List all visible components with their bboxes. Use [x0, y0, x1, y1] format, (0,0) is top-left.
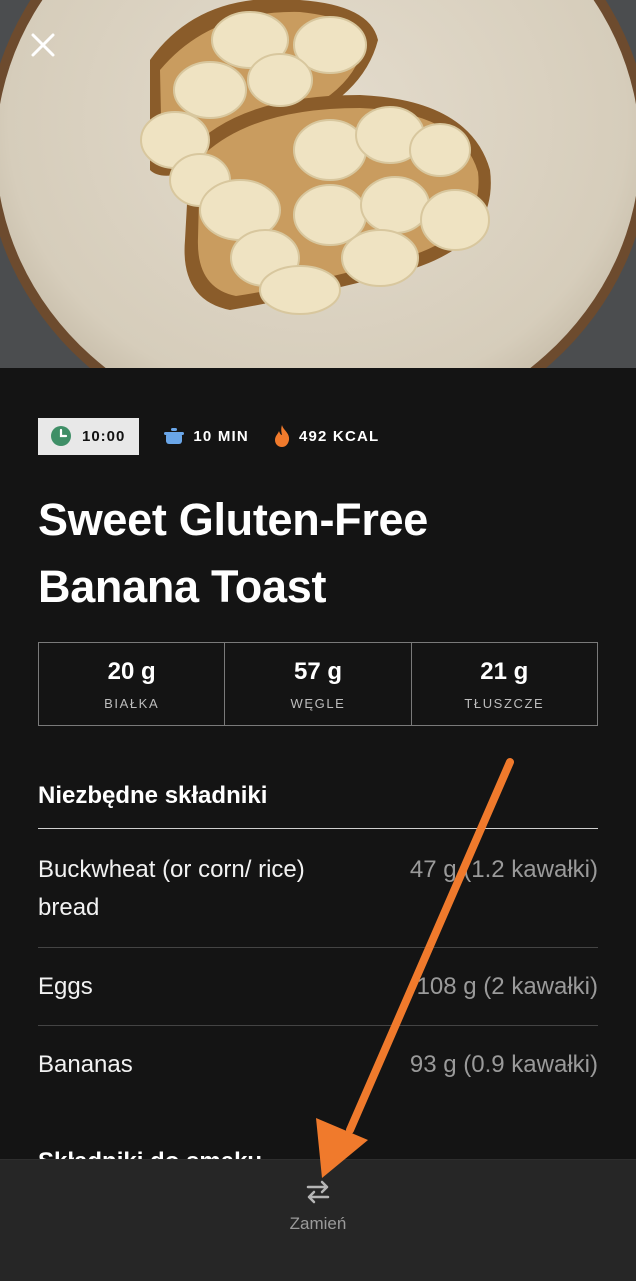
swap-label: Zamień	[289, 1214, 347, 1233]
prep-duration: 10 MIN	[163, 426, 249, 446]
macro-label: WĘGLE	[290, 695, 346, 711]
bottom-bar: Zamień	[0, 1159, 636, 1281]
meal-time-chip[interactable]: 10:00	[38, 417, 140, 455]
macro-label: TŁUSZCZE	[464, 695, 545, 711]
macro-label: BIAŁKA	[104, 695, 160, 711]
ingredients-list: Buckwheat (or corn/ rice) bread 47 g (1.…	[38, 828, 598, 1106]
flame-icon	[274, 425, 290, 447]
list-item[interactable]: Eggs 108 g (2 kawałki)	[38, 948, 598, 1026]
clock-icon	[51, 426, 71, 446]
close-button[interactable]	[30, 32, 70, 72]
ingredient-name: Buckwheat (or corn/ rice) bread	[38, 856, 305, 921]
ingredient-quantity: 108 g (2 kawałki)	[416, 973, 598, 1000]
ingredient-name: Eggs	[38, 973, 93, 1000]
hero-image	[0, 0, 636, 368]
ingredient-quantity: 93 g (0.9 kawałki)	[409, 1051, 598, 1078]
macro-fat: 21 g TŁUSZCZE	[412, 643, 597, 725]
list-item[interactable]: Buckwheat (or corn/ rice) bread 47 g (1.…	[38, 829, 598, 948]
macro-protein: 20 g BIAŁKA	[39, 643, 226, 725]
recipe-title: Sweet Gluten-Free Banana Toast	[38, 494, 428, 612]
list-item[interactable]: Bananas 93 g (0.9 kawałki)	[38, 1026, 598, 1106]
meal-time: 10:00	[82, 427, 126, 445]
calories-text: 492 KCAL	[298, 427, 380, 445]
macro-value: 57 g	[293, 657, 342, 685]
macro-value: 20 g	[107, 657, 156, 685]
duration-text: 10 MIN	[193, 427, 249, 445]
swap-button[interactable]: Zamień	[268, 1178, 368, 1248]
macros-table: 20 g BIAŁKA 57 g WĘGLE 21 g TŁUSZCZE	[38, 642, 598, 726]
macro-carbs: 57 g WĘGLE	[225, 643, 412, 725]
macro-value: 21 g	[480, 657, 529, 685]
meta-row: 10:00 10 MIN 492 KCAL	[38, 417, 379, 455]
ingredients-title: Niezbędne składniki	[38, 782, 268, 809]
close-icon	[31, 33, 55, 57]
swap-icon	[306, 1180, 330, 1204]
hero-photo	[0, 0, 636, 368]
ingredient-name: Bananas	[38, 1051, 133, 1078]
ingredient-quantity: 47 g (1.2 kawałki)	[409, 856, 598, 883]
calories: 492 KCAL	[273, 424, 379, 448]
pot-icon	[164, 428, 185, 444]
